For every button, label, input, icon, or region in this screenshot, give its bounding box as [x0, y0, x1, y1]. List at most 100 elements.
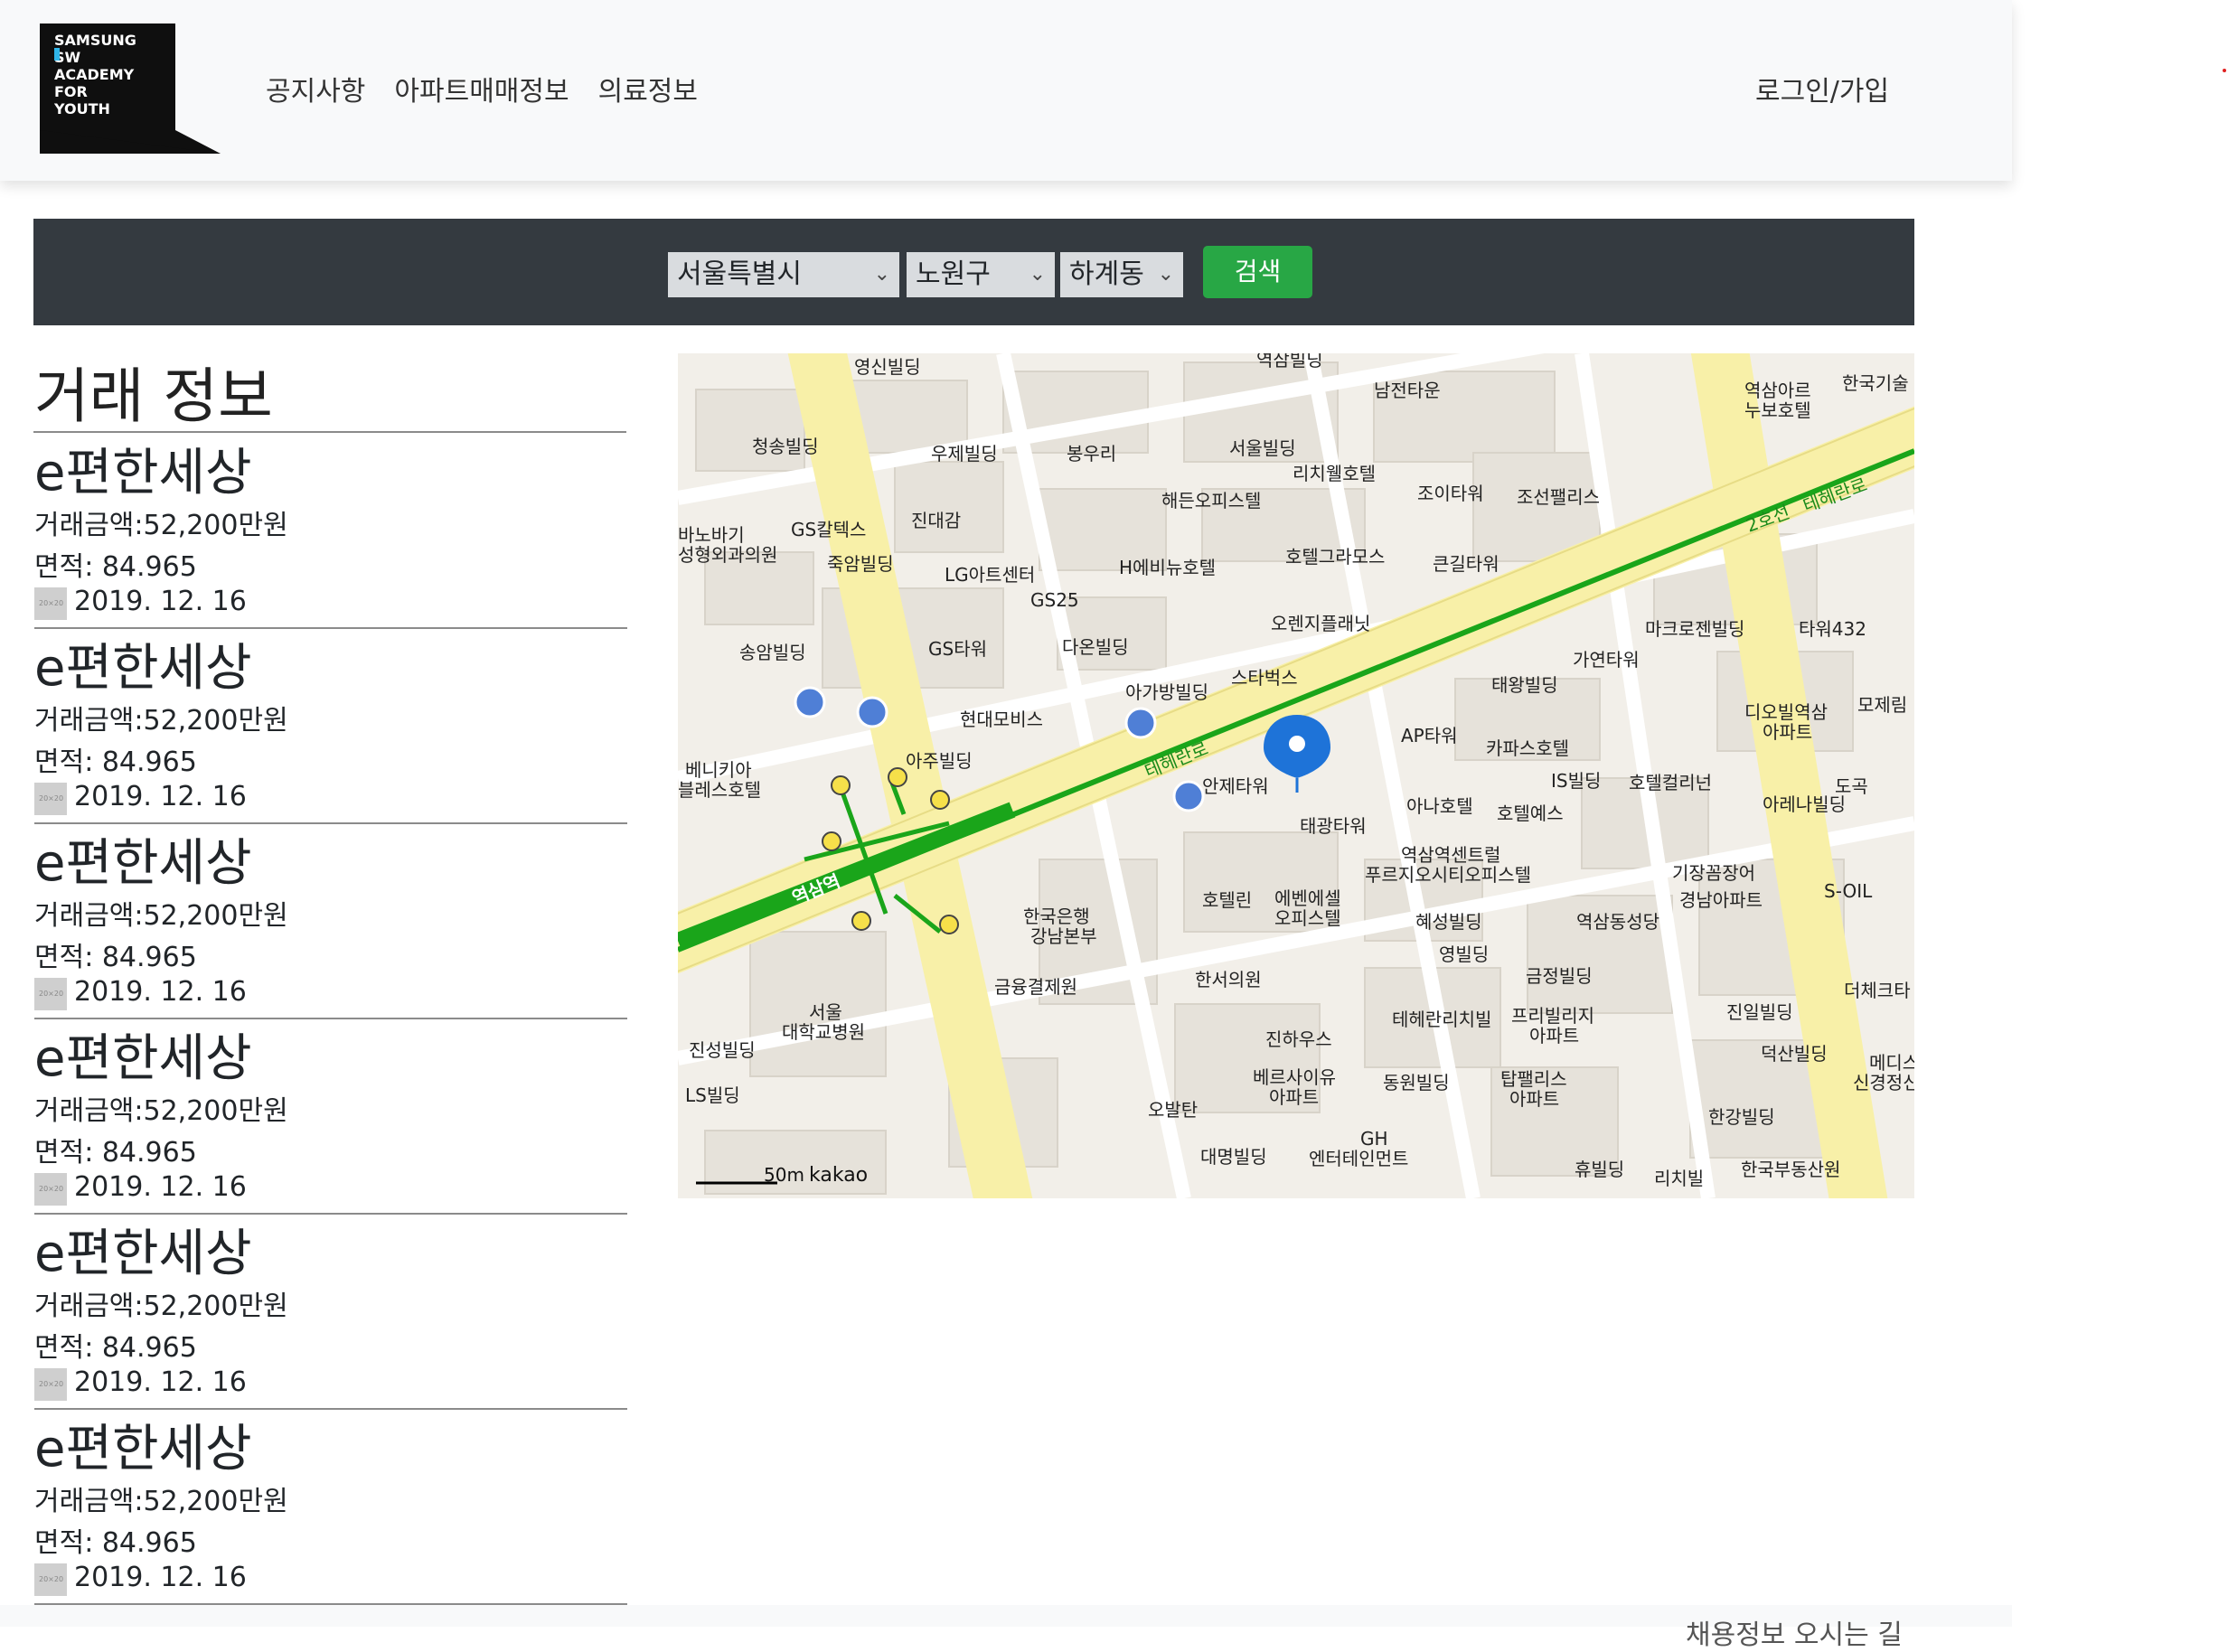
- svg-text:S-OIL: S-OIL: [1824, 880, 1873, 902]
- nav-notice[interactable]: 공지사항: [266, 69, 365, 108]
- svg-text:GH: GH: [1360, 1128, 1388, 1150]
- svg-text:탑팰리스: 탑팰리스: [1500, 1068, 1567, 1090]
- svg-text:역삼역센트럴: 역삼역센트럴: [1401, 844, 1500, 866]
- deal-area: 면적: 84.965: [34, 1137, 197, 1169]
- deal-date: 2019. 12. 16: [74, 586, 247, 617]
- deal-item[interactable]: e편한세상 거래금액:52,200만원 면적: 84.965 20×20 201…: [34, 432, 627, 629]
- svg-text:안제타워: 안제타워: [1202, 775, 1269, 797]
- deal-date: 2019. 12. 16: [74, 1171, 247, 1203]
- region-search-bar: 서울특별시 ⌄ 노원구 ⌄ 하계동 ⌄ 검색: [33, 219, 1914, 325]
- svg-text:테헤란리치빌: 테헤란리치빌: [1392, 1009, 1491, 1030]
- svg-text:리치웰호텔: 리치웰호텔: [1293, 463, 1376, 484]
- search-button[interactable]: 검색: [1203, 246, 1312, 298]
- dong-select[interactable]: 하계동 ⌄: [1060, 252, 1183, 297]
- deal-item[interactable]: e편한세상 거래금액:52,200만원 면적: 84.965 20×20 201…: [34, 822, 627, 1019]
- svg-text:스타벅스: 스타벅스: [1231, 667, 1298, 689]
- svg-text:한국은행: 한국은행: [1023, 906, 1090, 927]
- deal-date: 2019. 12. 16: [74, 781, 247, 812]
- broken-image-icon: 20×20: [34, 1368, 67, 1401]
- svg-text:아가방빌딩: 아가방빌딩: [1125, 681, 1208, 703]
- svg-text:프리빌리지: 프리빌리지: [1511, 1005, 1594, 1027]
- city-select[interactable]: 서울특별시 ⌄: [668, 252, 899, 297]
- svg-text:역삼동성당: 역삼동성당: [1576, 911, 1659, 933]
- svg-text:한국기술: 한국기술: [1842, 372, 1909, 394]
- deal-area: 면적: 84.965: [34, 1332, 197, 1364]
- city-select-value: 서울특별시: [677, 258, 802, 290]
- svg-text:죽암빌딩: 죽암빌딩: [827, 553, 894, 575]
- svg-text:덕산빌딩: 덕산빌딩: [1761, 1043, 1828, 1065]
- svg-text:아파트: 아파트: [1269, 1086, 1319, 1108]
- chevron-down-icon: ⌄: [1029, 263, 1046, 286]
- svg-text:송암빌딩: 송암빌딩: [739, 642, 806, 663]
- broken-image-icon: 20×20: [34, 1563, 67, 1596]
- svg-text:ACADEMY: ACADEMY: [54, 66, 135, 83]
- svg-text:가연타워: 가연타워: [1573, 649, 1640, 671]
- svg-text:블레스호텔: 블레스호텔: [678, 779, 761, 801]
- chevron-down-icon: ⌄: [873, 263, 890, 286]
- svg-text:태광타워: 태광타워: [1300, 815, 1367, 837]
- svg-text:청송빌딩: 청송빌딩: [752, 436, 819, 457]
- dong-select-value: 하계동: [1069, 258, 1144, 290]
- svg-text:우제빌딩: 우제빌딩: [931, 443, 998, 465]
- deal-amount: 거래금액:52,200만원: [34, 1095, 288, 1127]
- deal-amount: 거래금액:52,200만원: [34, 1291, 288, 1322]
- svg-text:기장꼼장어: 기장꼼장어: [1672, 862, 1755, 884]
- svg-text:진대감: 진대감: [911, 510, 961, 531]
- svg-text:YOUTH: YOUTH: [53, 100, 110, 117]
- deal-item[interactable]: e편한세상 거래금액:52,200만원 면적: 84.965 20×20 201…: [34, 1408, 627, 1605]
- svg-text:해든오피스텔: 해든오피스텔: [1161, 490, 1261, 512]
- svg-text:호텔린: 호텔린: [1202, 889, 1252, 911]
- svg-text:큰길타워: 큰길타워: [1433, 553, 1499, 575]
- deal-item[interactable]: e편한세상 거래금액:52,200만원 면적: 84.965 20×20 201…: [34, 1213, 627, 1410]
- svg-text:GS타워: GS타워: [928, 638, 987, 660]
- svg-text:혜성빌딩: 혜성빌딩: [1415, 911, 1482, 933]
- top-navbar: SAMSUNG SW ACADEMY FOR YOUTH 공지사항 아파트매매정…: [0, 0, 2012, 181]
- deal-item[interactable]: e편한세상 거래금액:52,200만원 면적: 84.965 20×20 201…: [34, 1018, 627, 1215]
- svg-text:진하우스: 진하우스: [1265, 1028, 1332, 1050]
- svg-text:LG아트센터: LG아트센터: [945, 564, 1035, 586]
- svg-text:더체크타: 더체크타: [1844, 980, 1911, 1001]
- svg-text:베르사이유: 베르사이유: [1253, 1066, 1336, 1088]
- svg-text:조선팰리스: 조선팰리스: [1517, 486, 1600, 508]
- svg-text:카파스호텔: 카파스호텔: [1486, 737, 1569, 759]
- svg-text:아주빌딩: 아주빌딩: [906, 750, 973, 772]
- deal-amount: 거래금액:52,200만원: [34, 510, 288, 541]
- deal-date: 2019. 12. 16: [74, 976, 247, 1008]
- svg-text:역삼아르: 역삼아르: [1744, 380, 1811, 401]
- deal-area: 면적: 84.965: [34, 1527, 197, 1559]
- svg-text:남전타운: 남전타운: [1374, 380, 1441, 401]
- svg-text:엔터테인먼트: 엔터테인먼트: [1309, 1148, 1408, 1169]
- district-select[interactable]: 노원구 ⌄: [907, 252, 1055, 297]
- svg-text:누보호텔: 누보호텔: [1744, 399, 1811, 421]
- svg-text:푸르지오시티오피스텔: 푸르지오시티오피스텔: [1365, 864, 1531, 886]
- svg-text:영빌딩: 영빌딩: [1439, 943, 1489, 965]
- svg-text:베니키아: 베니키아: [685, 759, 752, 781]
- apartment-name: e편한세상: [34, 1029, 252, 1088]
- footer-links[interactable]: 채용정보 오시는 길: [1686, 1612, 1903, 1652]
- nav-medical-info[interactable]: 의료정보: [598, 69, 698, 108]
- svg-text:AP타워: AP타워: [1401, 725, 1458, 746]
- deal-area: 면적: 84.965: [34, 942, 197, 973]
- svg-text:메디스: 메디스: [1869, 1052, 1914, 1074]
- svg-text:리치빌: 리치빌: [1654, 1168, 1704, 1189]
- samsung-academy-logo[interactable]: SAMSUNG SW ACADEMY FOR YOUTH: [40, 23, 221, 154]
- svg-text:동원빌딩: 동원빌딩: [1383, 1072, 1450, 1094]
- deal-item[interactable]: e편한세상 거래금액:52,200만원 면적: 84.965 20×20 201…: [34, 627, 627, 824]
- svg-text:휴빌딩: 휴빌딩: [1575, 1159, 1624, 1180]
- deal-section-title: 거래 정보: [34, 361, 273, 431]
- svg-text:한강빌딩: 한강빌딩: [1708, 1106, 1775, 1128]
- svg-text:타워432: 타워432: [1799, 618, 1866, 640]
- svg-text:영신빌딩: 영신빌딩: [854, 356, 921, 378]
- svg-text:신경정신: 신경정신: [1853, 1072, 1914, 1094]
- kakao-map[interactable]: 영신빌딩 역삼빌딩 남전타운 청송빌딩 우제빌딩 봉우리 서울빌딩 리치웰호텔 …: [678, 353, 1914, 1198]
- apartment-name: e편한세상: [34, 1420, 252, 1478]
- svg-text:서울빌딩: 서울빌딩: [1229, 437, 1296, 459]
- svg-text:금정빌딩: 금정빌딩: [1526, 965, 1593, 987]
- svg-text:강남본부: 강남본부: [1030, 925, 1097, 947]
- map-canvas[interactable]: 영신빌딩 역삼빌딩 남전타운 청송빌딩 우제빌딩 봉우리 서울빌딩 리치웰호텔 …: [678, 353, 1914, 1198]
- apartment-name: e편한세상: [34, 639, 252, 698]
- login-signup-link[interactable]: 로그인/가입: [1755, 69, 1889, 108]
- nav-apartment-deals[interactable]: 아파트매매정보: [394, 69, 569, 108]
- svg-text:H에비뉴호텔: H에비뉴호텔: [1119, 557, 1216, 578]
- svg-text:아나호텔: 아나호텔: [1406, 795, 1473, 817]
